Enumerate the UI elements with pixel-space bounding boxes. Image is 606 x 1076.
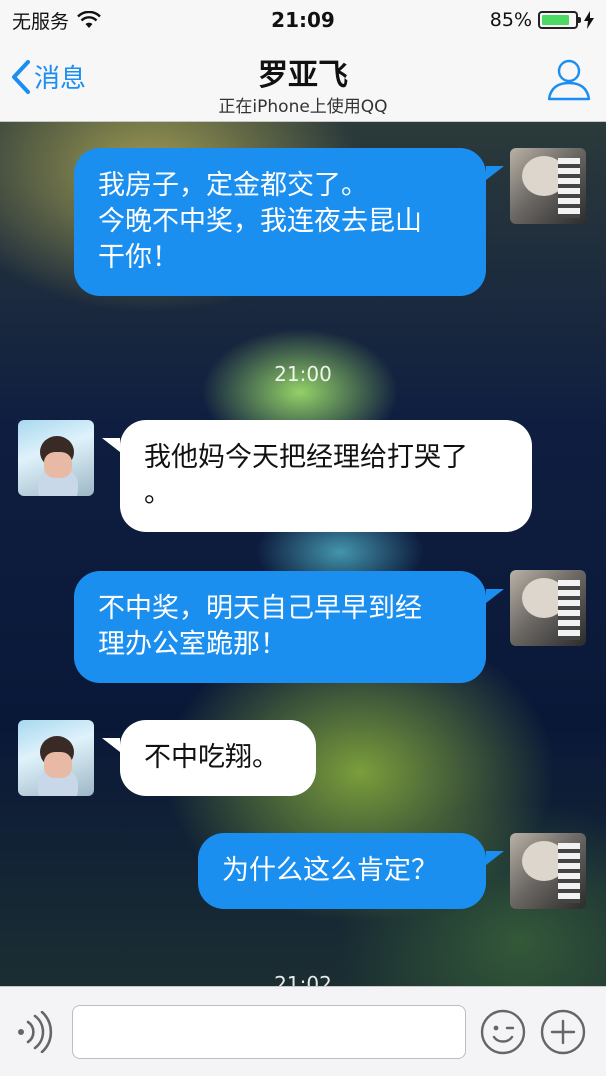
wifi-icon (77, 11, 101, 28)
message-bubble-incoming[interactable]: 我他妈今天把经理给打哭了 。 (120, 420, 532, 532)
charging-icon (584, 11, 594, 29)
bubble-tail (102, 438, 120, 452)
bubble-tail (486, 589, 504, 603)
battery-level (542, 15, 570, 25)
battery-percent: 85% (489, 9, 532, 31)
bubble-tail (102, 738, 120, 752)
message-input[interactable] (72, 1005, 466, 1059)
profile-button[interactable] (546, 56, 592, 106)
message-timestamp: 21:02 (274, 972, 332, 986)
contact-status: 正在iPhone上使用QQ (218, 97, 388, 117)
person-icon (547, 59, 591, 101)
bubble-tail (486, 851, 504, 865)
chat-area[interactable]: 我房子，定金都交了。 今晚不中奖，我连夜去昆山 干你！ 21:00 我他妈今天把… (0, 122, 606, 986)
message-bubble-outgoing[interactable]: 为什么这么肯定？ (198, 833, 486, 909)
contact-name: 罗亚飞 (258, 58, 348, 93)
friend-avatar[interactable] (18, 720, 94, 796)
friend-avatar[interactable] (18, 420, 94, 496)
voice-icon (18, 1010, 53, 1054)
voice-button[interactable] (14, 1010, 54, 1057)
status-bar: 无服务 21:09 85% (0, 0, 606, 40)
battery-icon (538, 11, 581, 29)
message-bubble-incoming[interactable]: 不中吃翔。 (120, 720, 316, 796)
emoji-button[interactable] (480, 1009, 526, 1059)
input-bar (0, 986, 606, 1076)
emoji-icon (480, 1009, 526, 1055)
plus-icon (540, 1009, 586, 1055)
my-avatar[interactable] (510, 148, 586, 224)
my-avatar[interactable] (510, 570, 586, 646)
bubble-tail (486, 166, 504, 180)
message-timestamp: 21:00 (274, 362, 332, 386)
nav-bar: 消息 罗亚飞 正在iPhone上使用QQ (0, 40, 606, 122)
message-bubble-outgoing[interactable]: 我房子，定金都交了。 今晚不中奖，我连夜去昆山 干你！ (74, 148, 486, 296)
message-bubble-outgoing[interactable]: 不中奖，明天自己早早到经 理办公室跪那！ (74, 571, 486, 683)
more-button[interactable] (540, 1009, 586, 1059)
carrier-label: 无服务 (12, 10, 70, 33)
my-avatar[interactable] (510, 833, 586, 909)
